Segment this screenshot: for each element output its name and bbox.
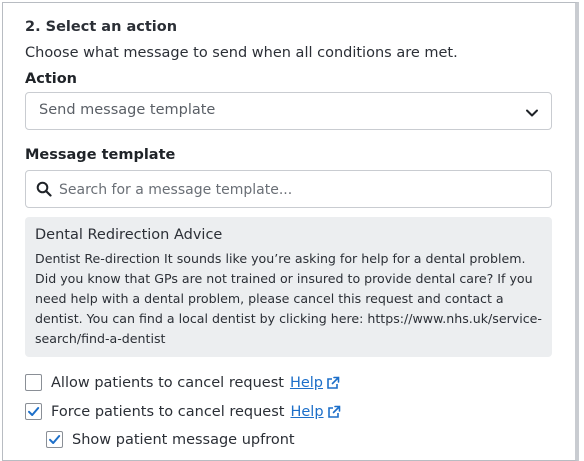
force-cancel-help-link[interactable]: Help bbox=[290, 404, 340, 420]
force-cancel-option: Force patients to cancel request Help bbox=[25, 403, 341, 420]
checkmark-icon bbox=[49, 435, 61, 444]
show-upfront-label: Show patient message upfront bbox=[72, 431, 295, 448]
section-description: Choose what message to send when all con… bbox=[25, 45, 458, 61]
message-template-label: Message template bbox=[25, 147, 176, 163]
action-label: Action bbox=[25, 71, 78, 87]
help-link-text: Help bbox=[289, 374, 324, 391]
action-panel: 2. Select an action Choose what message … bbox=[2, 2, 579, 461]
external-link-icon bbox=[327, 405, 340, 418]
template-search-input[interactable] bbox=[57, 173, 541, 207]
template-search bbox=[25, 170, 552, 208]
force-cancel-checkbox[interactable] bbox=[25, 403, 42, 420]
action-select-value: Send message template bbox=[39, 102, 216, 118]
allow-cancel-label: Allow patients to cancel request bbox=[51, 374, 284, 391]
template-preview-card: Dental Redirection Advice Dentist Re-dir… bbox=[25, 217, 552, 357]
section-title: 2. Select an action bbox=[25, 19, 178, 35]
chevron-down-icon bbox=[525, 105, 539, 124]
search-icon bbox=[36, 181, 52, 201]
external-link-icon bbox=[327, 376, 340, 389]
force-cancel-label: Force patients to cancel request bbox=[51, 403, 285, 420]
template-preview-title: Dental Redirection Advice bbox=[35, 227, 223, 243]
help-link-text: Help bbox=[290, 403, 324, 420]
allow-cancel-help-link[interactable]: Help bbox=[290, 375, 340, 391]
action-select[interactable]: Send message template bbox=[25, 92, 552, 130]
checkmark-icon bbox=[28, 407, 40, 416]
show-upfront-option: Show patient message upfront bbox=[46, 431, 295, 448]
template-preview-body: Dentist Re-direction It sounds like you’… bbox=[35, 251, 542, 346]
allow-cancel-option: Allow patients to cancel request Help bbox=[25, 374, 340, 391]
show-upfront-checkbox[interactable] bbox=[46, 431, 63, 448]
allow-cancel-checkbox[interactable] bbox=[25, 374, 42, 391]
